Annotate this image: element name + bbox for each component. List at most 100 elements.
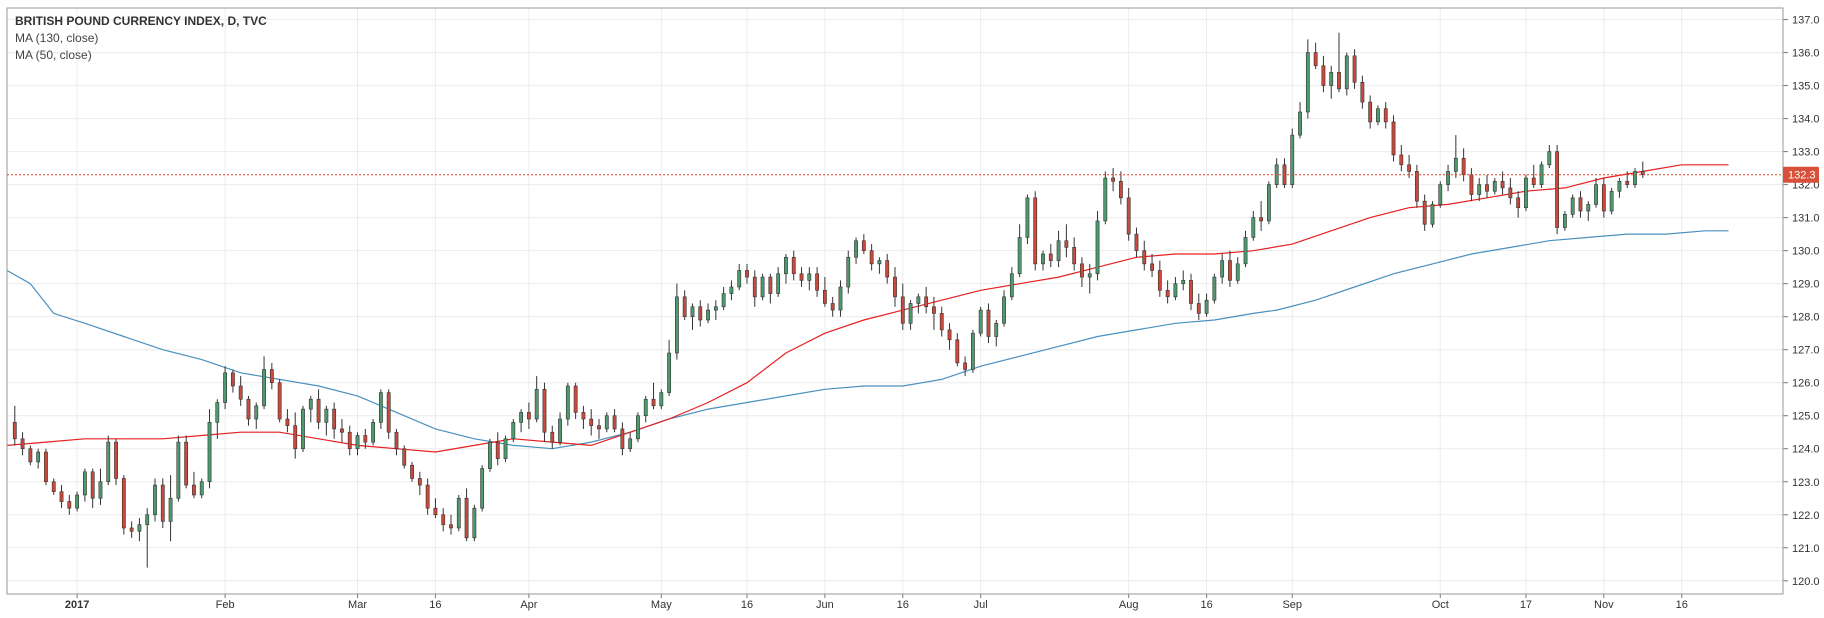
candle-body-up xyxy=(1329,72,1334,86)
candle xyxy=(893,267,897,307)
candle xyxy=(667,339,672,396)
candle xyxy=(558,412,562,446)
candle-body-up xyxy=(838,286,843,311)
candle xyxy=(1274,158,1279,188)
candle-body-down xyxy=(464,497,469,539)
candle-body-down xyxy=(752,276,757,298)
candle xyxy=(1134,227,1139,258)
candle-body-down xyxy=(332,408,337,430)
candle-body-down xyxy=(90,471,95,499)
candle xyxy=(1313,42,1318,70)
candle xyxy=(1531,164,1536,188)
candle-body-down xyxy=(1555,151,1560,228)
candle-body-up xyxy=(137,524,142,532)
candle-body-up xyxy=(1266,184,1271,222)
candle-body-up xyxy=(1095,220,1100,275)
candle-body-down xyxy=(1189,280,1193,304)
moving-averages xyxy=(6,164,1729,453)
last-price-marker: 132.3 xyxy=(7,166,1819,183)
x-tick-label: Feb xyxy=(216,599,235,611)
candle xyxy=(1111,168,1116,192)
candle xyxy=(1118,171,1123,205)
candle xyxy=(269,362,274,390)
candle xyxy=(791,250,796,281)
candle-body-down xyxy=(932,306,936,314)
candle xyxy=(1002,290,1006,327)
candle xyxy=(1578,191,1583,218)
candle xyxy=(1399,145,1404,172)
candle-body-down xyxy=(963,362,968,370)
candle xyxy=(1344,52,1349,96)
candle xyxy=(620,422,625,456)
candle xyxy=(1212,273,1217,304)
candle-body-down xyxy=(363,435,368,443)
candle-body-down xyxy=(830,303,835,311)
candle xyxy=(916,293,921,314)
candle-body-down xyxy=(238,385,243,400)
candle xyxy=(1640,161,1645,179)
candle-body-up xyxy=(1562,214,1567,228)
candle-body-up xyxy=(854,240,858,258)
candle-body-down xyxy=(1360,81,1365,103)
candle xyxy=(1243,230,1248,268)
candle xyxy=(1259,201,1264,231)
candle xyxy=(1282,158,1287,188)
candle-body-down xyxy=(246,398,251,420)
candle-body-up xyxy=(1376,108,1380,123)
candle-body-down xyxy=(425,484,430,509)
candle-body-up xyxy=(519,412,524,423)
candle xyxy=(1305,39,1310,119)
candle-body-up xyxy=(713,306,718,311)
candle-body-up xyxy=(1017,237,1022,275)
candle-body-up xyxy=(223,372,228,403)
y-tick-label: 133.0 xyxy=(1792,147,1820,159)
candle-body-up xyxy=(1087,273,1092,278)
legend: BRITISH POUND CURRENCY INDEX, D, TVC MA … xyxy=(15,13,267,64)
candle xyxy=(721,286,726,311)
candle-body-down xyxy=(1625,181,1630,185)
candle-body-up xyxy=(378,392,383,423)
candle xyxy=(371,419,376,446)
chart-title: BRITISH POUND CURRENCY INDEX, D, TVC xyxy=(15,14,267,28)
candle xyxy=(417,471,422,495)
candle-body-down xyxy=(1321,65,1326,86)
candle-body-down xyxy=(340,428,344,433)
candle-body-up xyxy=(643,398,648,417)
candle-body-down xyxy=(410,464,414,479)
candle xyxy=(970,329,975,373)
candle xyxy=(511,419,516,443)
candle-body-down xyxy=(114,441,118,479)
candle-body-down xyxy=(526,412,531,420)
legend-ma-short: MA (50, close) xyxy=(15,48,92,62)
candle-body-up xyxy=(145,514,150,525)
candle xyxy=(1376,105,1380,126)
candle-body-down xyxy=(550,431,555,443)
candle xyxy=(1009,267,1014,301)
candle xyxy=(768,273,773,304)
candle-body-up xyxy=(1305,52,1310,113)
x-tick-label: Nov xyxy=(1594,599,1614,611)
chart-container[interactable]: 2017 Feb Mar 16 Apr May 16 Jun 16 Jul Aug 16 Sep Oct 1… xyxy=(0,0,1824,618)
candle xyxy=(59,485,64,509)
y-tick-label: 129.0 xyxy=(1792,279,1820,291)
candle xyxy=(503,435,508,462)
candle xyxy=(908,300,913,330)
candle-body-down xyxy=(1461,157,1466,176)
candle-body-up xyxy=(737,270,742,288)
candle-body-down xyxy=(192,484,196,496)
candle-body-up xyxy=(534,389,539,420)
candle xyxy=(1126,187,1131,241)
candle xyxy=(441,508,446,532)
candle-body-up xyxy=(106,441,111,483)
candle-body-up xyxy=(1103,177,1108,222)
candle-body-up xyxy=(1609,190,1614,212)
x-axis-labels: 2017 Feb Mar 16 Apr May 16 Jun 16 Jul Aug 16 Sep Oct 1… xyxy=(65,599,1688,611)
candle xyxy=(402,445,407,469)
candle xyxy=(1033,191,1038,271)
candlestick-chart[interactable]: 2017 Feb Mar 16 Apr May 16 Jun 16 Jul Aug 16 Sep Oct 1… xyxy=(0,0,1824,618)
y-tick-label: 125.0 xyxy=(1792,411,1820,423)
candle-body-down xyxy=(1134,233,1139,251)
candle-body-down xyxy=(12,422,17,440)
candle xyxy=(1337,32,1341,93)
candle-body-down xyxy=(1259,217,1264,222)
